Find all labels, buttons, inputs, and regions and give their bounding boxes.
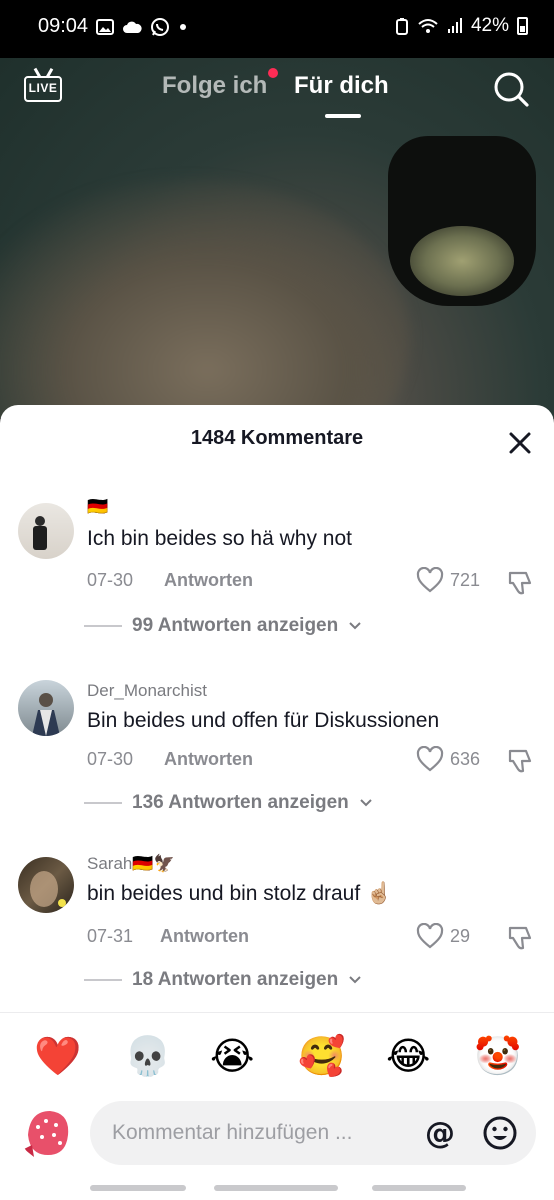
avatar[interactable] [18, 857, 74, 913]
view-replies-label: 99 Antworten anzeigen [132, 615, 339, 636]
heart-icon [416, 746, 444, 772]
chevron-down-icon [349, 976, 361, 984]
comment-date: 07-30 [87, 749, 134, 769]
active-tab-indicator [325, 114, 361, 118]
like-count: 29 [450, 925, 471, 946]
reply-button[interactable]: Antworten [164, 749, 253, 770]
comment-username[interactable]: Der_Monarchist [87, 681, 207, 701]
video-lamp [388, 136, 536, 316]
comment-date: 07-30 [87, 570, 134, 590]
search-icon[interactable] [492, 70, 530, 108]
emoji-heart-button[interactable]: ❤️ [34, 1033, 81, 1079]
like-button[interactable]: 636 [416, 746, 480, 772]
tab-for-you[interactable]: Für dich [294, 72, 389, 100]
video-subject [0, 178, 410, 418]
comment-text: Ich bin beides so hä why not [87, 527, 353, 550]
comment-date: 07-31 [87, 926, 134, 946]
wifi-icon [418, 19, 438, 33]
status-time: 09:04 [38, 15, 89, 37]
battery-saver-icon [395, 18, 408, 35]
divider-line [84, 979, 122, 981]
dislike-icon[interactable] [506, 924, 534, 952]
my-avatar [20, 1105, 76, 1161]
quick-emoji-row: ❤️ 💀 😭 🥰 😂 🤡 [0, 1033, 554, 1083]
nav-hint-right [372, 1185, 466, 1191]
heart-icon [416, 923, 444, 949]
emoji-skull-button[interactable]: 💀 [124, 1033, 171, 1079]
emoji-clown-button[interactable]: 🤡 [474, 1033, 521, 1079]
comment-item: 🇩🇪 Ich bin beides so hä why not 07-30 An… [0, 497, 554, 667]
reply-button[interactable]: Antworten [160, 926, 249, 947]
live-label: LIVE [24, 76, 62, 102]
status-system-icons: 42% [395, 15, 528, 37]
emoji-crying-button[interactable]: 😭 [210, 1033, 254, 1079]
like-button[interactable]: 29 [416, 923, 470, 949]
live-button[interactable]: LIVE [24, 68, 64, 104]
comment-item: Der_Monarchist Bin beides und offen für … [0, 675, 554, 845]
status-bar: 09:04 42% [0, 0, 554, 58]
comment-item: Sarah🇩🇪🦅 bin beides und bin stolz drauf … [0, 852, 554, 1022]
nav-hint-left [90, 1185, 186, 1191]
notification-dot [268, 68, 278, 78]
cloud-icon [123, 21, 142, 33]
comment-composer: ❤️ 💀 😭 🥰 😂 🤡 Kommentar hinzufügen ... @ [0, 1012, 554, 1200]
view-replies-label: 136 Antworten anzeigen [132, 792, 349, 813]
like-count: 636 [450, 748, 481, 769]
dislike-icon[interactable] [506, 569, 534, 597]
emoji-laughing-button[interactable]: 😂 [386, 1033, 430, 1079]
chevron-down-icon [360, 799, 372, 807]
top-nav: LIVE Folge ich Für dich [0, 58, 554, 128]
dot-icon [180, 24, 186, 30]
battery-percent: 42% [470, 15, 509, 36]
like-count: 721 [450, 569, 481, 590]
emoji-picker-icon[interactable] [480, 1113, 520, 1153]
chevron-down-icon [349, 622, 361, 630]
comments-title: 1484 Kommentare [190, 427, 364, 449]
avatar[interactable] [18, 503, 74, 559]
view-replies-button[interactable]: 18 Antworten anzeigen [84, 969, 362, 991]
dislike-icon[interactable] [506, 747, 534, 775]
nav-hint-middle [214, 1185, 338, 1191]
view-replies-button[interactable]: 99 Antworten anzeigen [84, 615, 362, 637]
whatsapp-icon [151, 18, 169, 36]
divider-line [84, 802, 122, 804]
comment-input-placeholder: Kommentar hinzufügen ... [112, 1121, 353, 1144]
signal-icon [447, 18, 462, 33]
heart-icon [416, 567, 444, 593]
like-button[interactable]: 721 [416, 567, 480, 593]
comment-username[interactable]: 🇩🇪 [87, 497, 108, 517]
avatar[interactable] [18, 680, 74, 736]
tab-following[interactable]: Folge ich [162, 72, 267, 100]
mention-icon[interactable]: @ [420, 1113, 460, 1153]
image-icon [96, 19, 114, 35]
mention-label: @ [425, 1116, 455, 1151]
emoji-hearts-face-button[interactable]: 🥰 [298, 1033, 345, 1079]
status-notification-icons [96, 17, 188, 37]
reply-button[interactable]: Antworten [164, 570, 253, 591]
view-replies-label: 18 Antworten anzeigen [132, 969, 339, 990]
divider-line [84, 625, 122, 627]
view-replies-button[interactable]: 136 Antworten anzeigen [84, 792, 373, 814]
comment-input[interactable]: Kommentar hinzufügen ... @ [90, 1101, 536, 1165]
comment-text: bin beides und bin stolz drauf ☝🏼 [87, 882, 393, 905]
battery-icon [517, 17, 528, 35]
comment-text: Bin beides und offen für Diskussionen [87, 709, 440, 732]
comment-username[interactable]: Sarah🇩🇪🦅 [87, 854, 175, 874]
close-icon[interactable] [506, 429, 534, 457]
